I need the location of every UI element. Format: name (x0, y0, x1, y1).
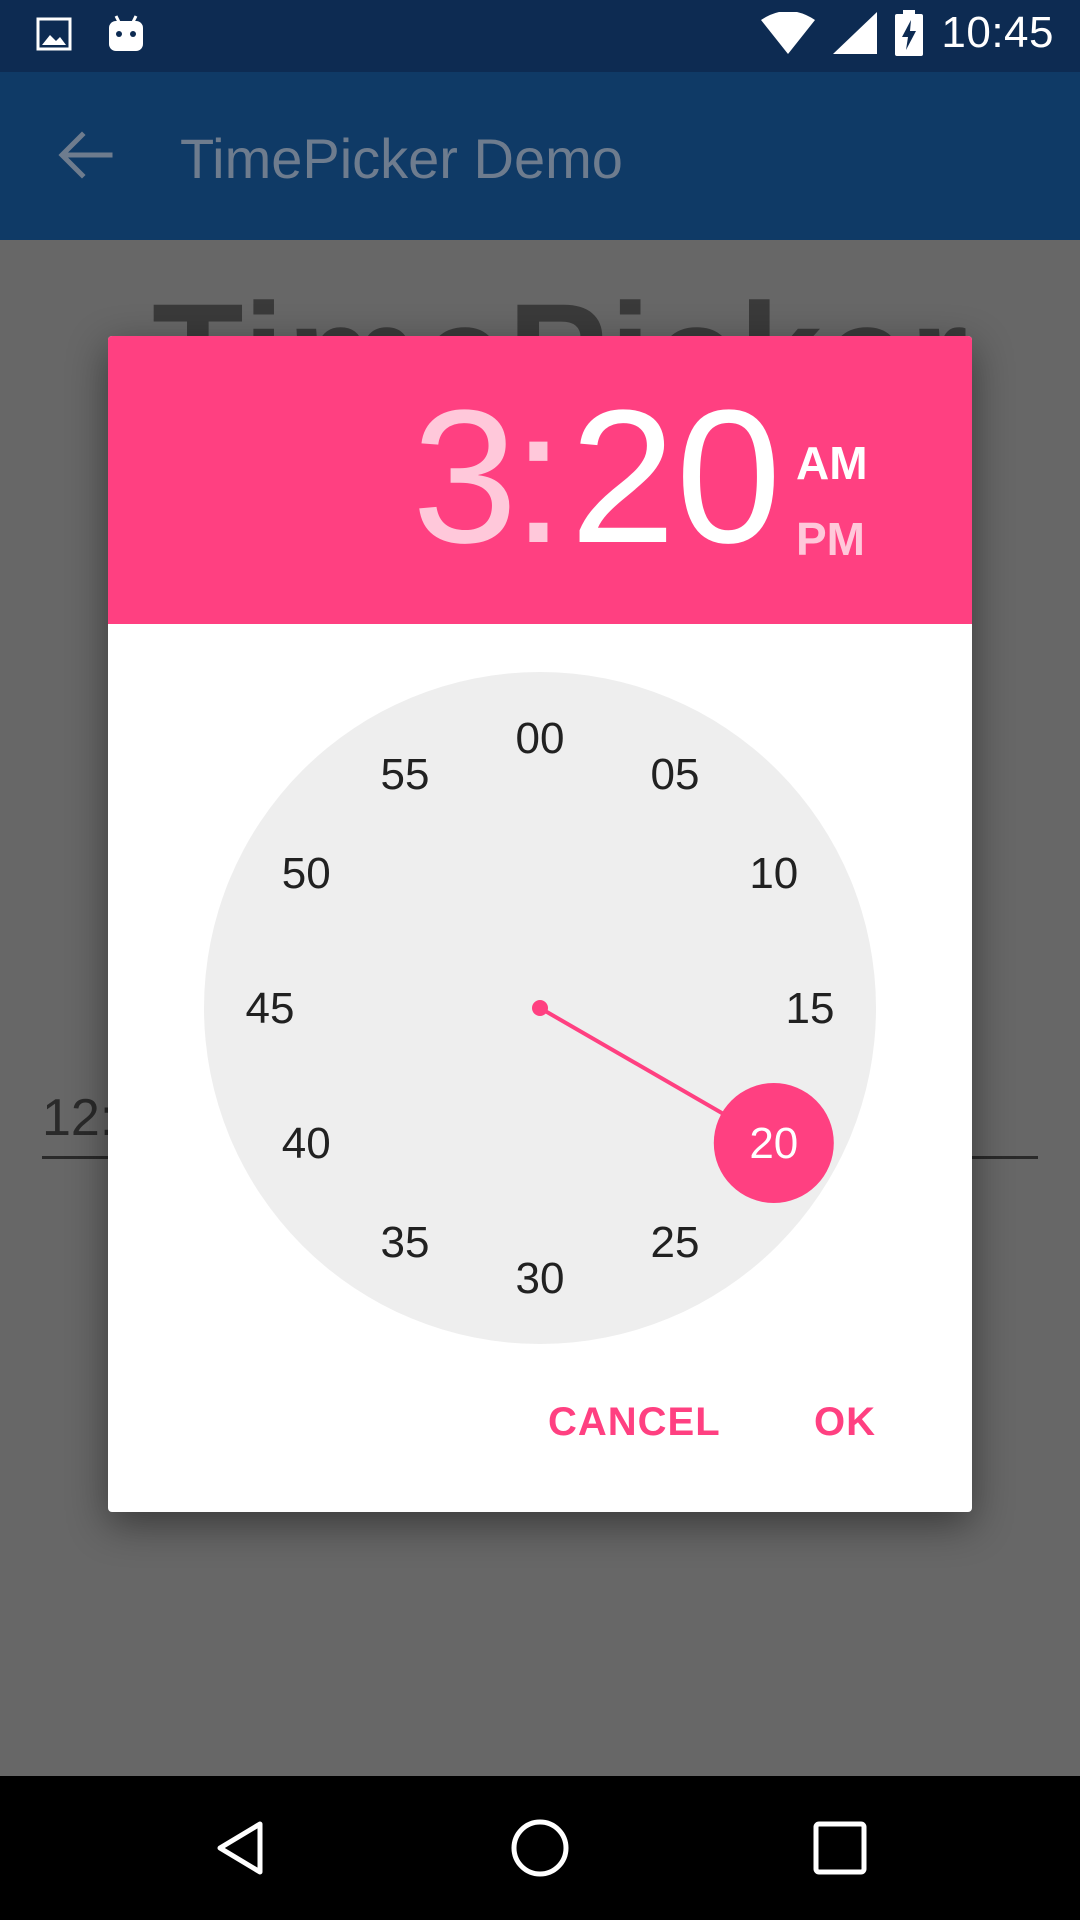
clock-label-05[interactable]: 05 (651, 750, 700, 799)
time-header: 3 : 20 AM PM (108, 336, 972, 624)
clock-label-40[interactable]: 40 (282, 1119, 331, 1168)
app-bar: TimePicker Demo (0, 72, 1080, 240)
clock-label-25[interactable]: 25 (651, 1218, 700, 1267)
clock-label-45[interactable]: 45 (246, 984, 295, 1033)
clock-label-55[interactable]: 55 (381, 750, 430, 799)
arrow-back-icon[interactable] (52, 122, 118, 188)
image-icon (36, 17, 72, 51)
signal-icon (833, 12, 878, 54)
time-separator: : (512, 371, 565, 583)
recents-square-icon[interactable] (808, 1816, 872, 1880)
android-icon (109, 15, 143, 51)
clock-dial[interactable]: 00 05 10 15 20 25 30 35 40 45 50 55 (108, 624, 972, 1384)
wifi-icon (761, 12, 816, 54)
ok-button[interactable]: OK (814, 1400, 876, 1445)
clock-label-10[interactable]: 10 (749, 849, 798, 898)
status-bar: 10:45 (0, 0, 1080, 72)
pm-toggle[interactable]: PM (796, 512, 865, 566)
status-time: 10:45 (941, 8, 1054, 57)
app-title: TimePicker Demo (180, 127, 623, 190)
clock-label-35[interactable]: 35 (381, 1218, 430, 1267)
battery-charging-icon (895, 10, 924, 56)
clock-label-50[interactable]: 50 (282, 849, 331, 898)
minute-display[interactable]: 20 (570, 382, 781, 572)
clock-label-00[interactable]: 00 (516, 714, 565, 763)
time-picker-dialog: 3 : 20 AM PM 00 05 10 15 20 25 30 35 40 45 50 55 CA… (108, 336, 972, 1512)
back-triangle-icon[interactable] (208, 1816, 272, 1880)
time-input-value: 12: (42, 1089, 115, 1147)
clock-label-20[interactable]: 20 (749, 1119, 798, 1168)
clock-center-dot (532, 1000, 548, 1016)
am-toggle[interactable]: AM (796, 436, 868, 490)
navigation-bar (0, 1776, 1080, 1920)
home-circle-icon[interactable] (508, 1816, 572, 1880)
cancel-button[interactable]: CANCEL (548, 1400, 721, 1445)
hour-display[interactable]: 3 (412, 382, 518, 572)
clock-label-30[interactable]: 30 (516, 1254, 565, 1303)
clock-label-15[interactable]: 15 (786, 984, 835, 1033)
